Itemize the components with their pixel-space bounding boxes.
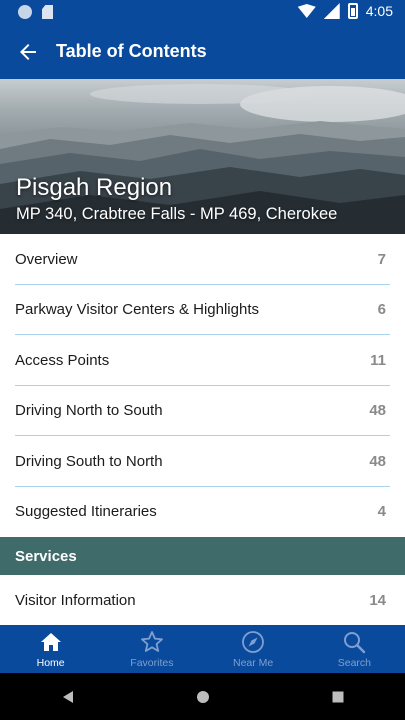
toc-item-count: 14 <box>369 591 386 609</box>
toc-item-itineraries[interactable]: Suggested Itineraries 4 <box>0 486 405 537</box>
nav-favorites[interactable]: Favorites <box>101 625 202 673</box>
clock: 4:05 <box>365 3 393 19</box>
nav-favorites-label: Favorites <box>130 657 174 669</box>
page-title: Table of Contents <box>56 41 207 61</box>
system-recents-button[interactable] <box>308 673 368 720</box>
toc-item-visitor-information[interactable]: Visitor Information 14 <box>0 575 405 626</box>
toc-item-label: Overview <box>15 250 78 268</box>
circle-home-icon <box>196 690 209 703</box>
toc-item-count: 7 <box>377 250 386 268</box>
toc-item-north-to-south[interactable]: Driving North to South 48 <box>0 385 405 436</box>
battery-icon <box>347 3 358 19</box>
status-bar: 4:05 <box>0 0 405 24</box>
toc-item-count: 6 <box>377 301 386 319</box>
region-hero-image: Pisgah Region MP 340, Crabtree Falls - M… <box>0 79 405 234</box>
system-back-button[interactable] <box>38 673 98 720</box>
nav-near-me[interactable]: Near Me <box>203 625 304 673</box>
nav-search[interactable]: Search <box>304 625 405 673</box>
triangle-back-icon <box>62 690 73 703</box>
notification-circle-icon <box>18 5 32 19</box>
toc-item-label: Parkway Visitor Centers & Highlights <box>15 301 259 319</box>
back-arrow-icon <box>20 43 36 60</box>
system-home-button[interactable] <box>173 673 233 720</box>
notification-icons <box>18 5 53 19</box>
system-status: 4:05 <box>297 3 393 19</box>
nav-home[interactable]: Home <box>0 625 101 673</box>
toc-item-label: Access Points <box>15 351 110 369</box>
navigation-icon <box>242 631 265 653</box>
toc-item-south-to-north[interactable]: Driving South to North 48 <box>0 436 405 487</box>
cell-signal-icon <box>323 3 340 19</box>
toc-item-label: Visitor Information <box>15 591 136 609</box>
system-navigation-bar <box>0 673 405 720</box>
toc-item-count: 4 <box>377 503 386 521</box>
toc-item-label: Driving North to South <box>15 402 163 420</box>
nav-search-label: Search <box>337 657 372 669</box>
square-recents-icon <box>332 691 343 702</box>
nav-home-label: Home <box>36 657 65 669</box>
section-header-services: Services <box>0 537 405 575</box>
wifi-icon <box>297 4 316 18</box>
milepost-range: MP 340, Crabtree Falls - MP 469, Cheroke… <box>16 205 338 223</box>
bottom-navigation: Home Favorites Near Me Search <box>0 625 405 673</box>
search-icon <box>344 632 366 654</box>
toc-item-count: 11 <box>370 351 386 369</box>
toc-item-count: 48 <box>369 452 386 470</box>
toc-item-label: Driving South to North <box>15 452 163 470</box>
back-button[interactable] <box>0 24 56 79</box>
home-icon <box>40 633 61 651</box>
toc-item-count: 48 <box>369 402 386 420</box>
toc-item-label: Suggested Itineraries <box>15 503 157 521</box>
sd-card-icon <box>42 5 53 19</box>
toc-item-access-points[interactable]: Access Points 11 <box>0 335 405 386</box>
toc-item-visitor-centers[interactable]: Parkway Visitor Centers & Highlights 6 <box>0 284 405 335</box>
region-name: Pisgah Region <box>16 174 173 201</box>
nav-near-me-label: Near Me <box>232 657 274 669</box>
toc-list: Overview 7 Parkway Visitor Centers & Hig… <box>0 234 405 626</box>
app-bar: Table of Contents <box>0 24 405 79</box>
toc-item-overview[interactable]: Overview 7 <box>0 234 405 285</box>
star-icon <box>140 631 163 652</box>
